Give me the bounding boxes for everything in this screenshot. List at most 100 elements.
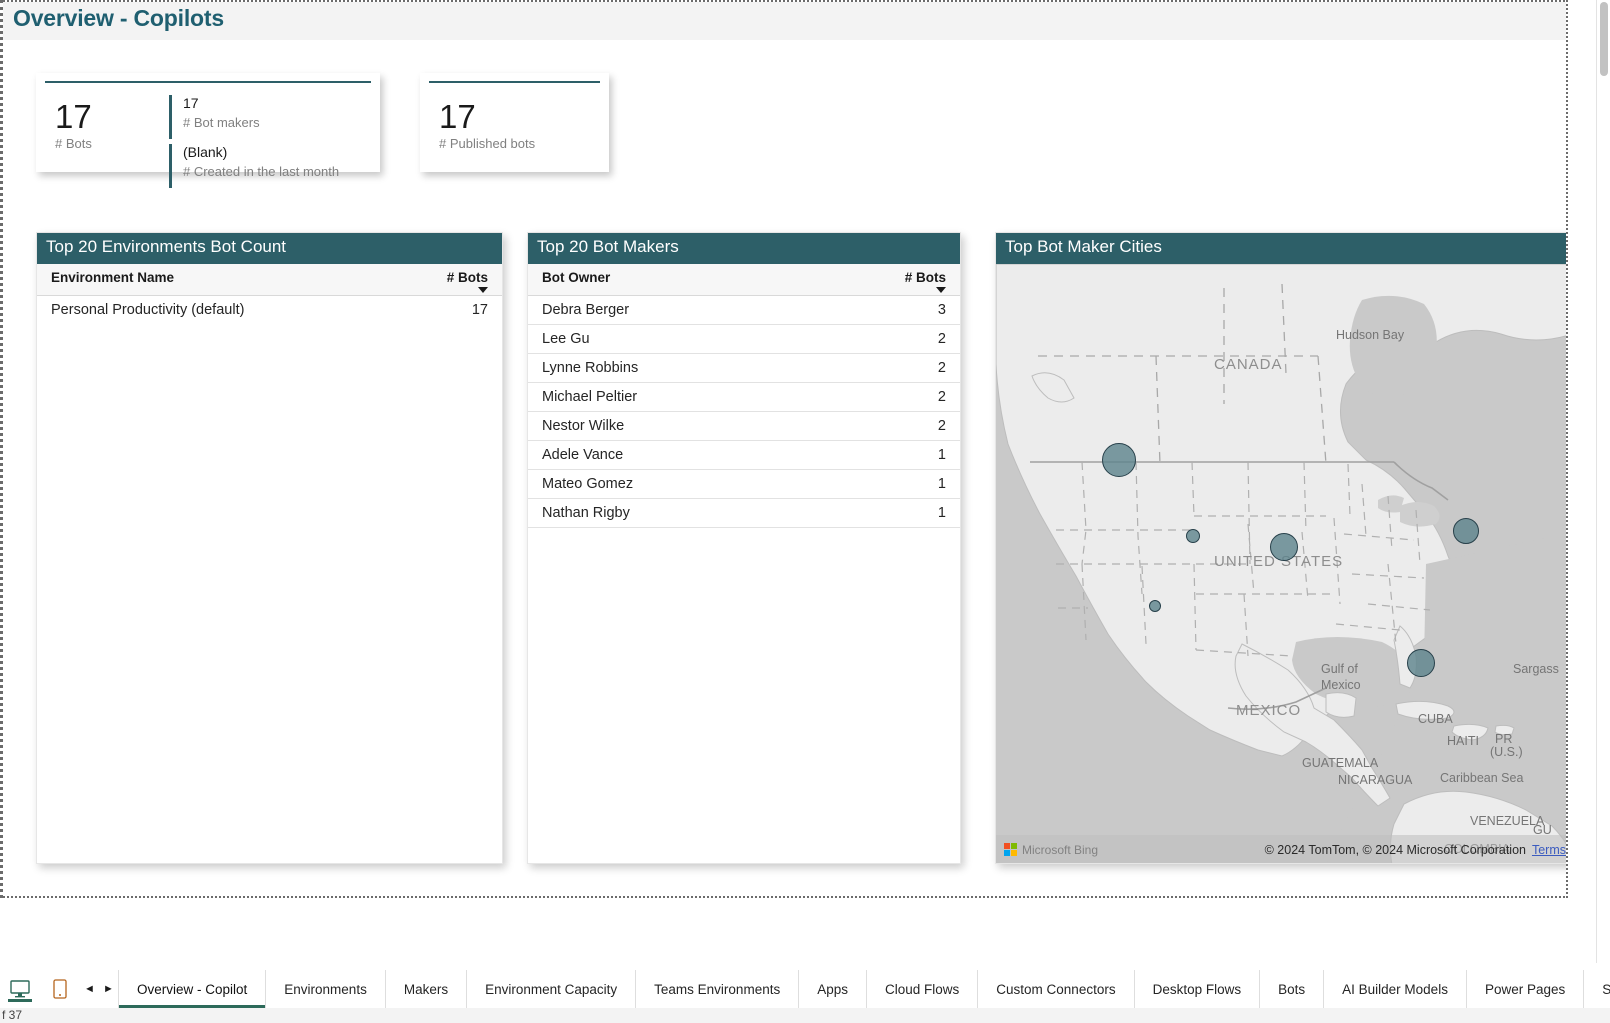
report-canvas: Overview - Copilots 17 # Bots 17 # Bot m… — [0, 0, 1568, 898]
column-header-bots[interactable]: # Bots — [390, 264, 502, 296]
map-terms-link[interactable]: Terms — [1532, 843, 1566, 857]
sort-descending-icon[interactable] — [478, 287, 488, 293]
horizontal-scrollbar[interactable] — [0, 963, 1610, 970]
cell-bot-owner: Nestor Wilke — [528, 411, 861, 441]
map-city-bubble[interactable] — [1102, 443, 1136, 477]
tab-solutions[interactable]: Solutions — [1583, 970, 1610, 1008]
cell-bot-count: 1 — [860, 440, 960, 470]
column-header-bot-owner[interactable]: Bot Owner — [528, 264, 861, 296]
tab-apps[interactable]: Apps — [798, 970, 866, 1008]
previous-page-button[interactable]: ◄ — [80, 970, 99, 1008]
map-canvas[interactable]: CANADA Hudson Bay UNITED STATES MEXICO Gulf … — [996, 264, 1566, 863]
kpi-bots-label: # Bots — [55, 136, 92, 151]
table-header-row: Bot Owner # Bots — [528, 264, 960, 296]
cell-bot-owner: Michael Peltier — [528, 382, 861, 412]
table-row[interactable]: Personal Productivity (default) 17 — [37, 296, 502, 325]
page-count-status: f 37 — [2, 1008, 23, 1022]
table-row[interactable]: Adele Vance 1 — [528, 440, 960, 470]
page-title: Overview - Copilots — [13, 5, 224, 31]
tab-bots[interactable]: Bots — [1259, 970, 1324, 1008]
column-header-environment-name[interactable]: Environment Name — [37, 264, 391, 296]
cell-bot-count: 2 — [860, 353, 960, 383]
tab-environments[interactable]: Environments — [265, 970, 385, 1008]
map-city-bubble[interactable] — [1407, 649, 1435, 677]
microsoft-bing-logo-icon — [1004, 843, 1017, 856]
kpi-created-last-month[interactable]: (Blank) # Created in the last month — [169, 142, 340, 188]
top-bot-maker-cities-panel[interactable]: Top Bot Maker Cities CANADA Hudson Bay U… — [995, 232, 1566, 864]
kpi-card-bots[interactable]: 17 # Bots 17 # Bot makers (Blank) # Crea… — [36, 73, 380, 188]
tab-teams-environments[interactable]: Teams Environments — [635, 970, 799, 1008]
environments-table[interactable]: Environment Name # Bots Personal Product… — [37, 264, 502, 324]
cell-bot-owner: Nathan Rigby — [528, 498, 861, 528]
kpi-bot-makers[interactable]: 17 # Bot makers — [169, 93, 260, 139]
kpi-accent-line — [429, 81, 600, 83]
cell-bot-count: 3 — [860, 295, 960, 325]
bot-makers-table-body: Debra Berger 3 Lee Gu 2 Lynne Robbins 2 Michae… — [528, 295, 960, 528]
kpi-published-bots-value: 17 — [439, 98, 476, 135]
kpi-bots-value: 17 — [55, 98, 92, 135]
vertical-scrollbar[interactable] — [1596, 0, 1610, 1023]
cell-bot-count: 2 — [860, 382, 960, 412]
table-row[interactable]: Mateo Gomez 1 — [528, 469, 960, 499]
desktop-view-glyph — [10, 980, 30, 998]
table-row[interactable]: Lee Gu 2 — [528, 324, 960, 354]
tab-desktop-flows[interactable]: Desktop Flows — [1133, 970, 1260, 1008]
bot-makers-table[interactable]: Bot Owner # Bots Debra Berger 3 Lee Gu 2 Lyn… — [528, 264, 960, 528]
map-basemap — [996, 264, 1566, 863]
table-row[interactable]: Nestor Wilke 2 — [528, 411, 960, 441]
page-tab-bar[interactable]: ◄ ► Overview - Copilot Environments Makers… — [0, 970, 1610, 1008]
kpi-accent-line — [45, 81, 371, 83]
map-city-bubble[interactable] — [1186, 529, 1200, 543]
sort-descending-icon[interactable] — [936, 287, 946, 293]
cell-bot-count: 1 — [860, 498, 960, 528]
map-city-bubble[interactable] — [1270, 533, 1298, 561]
tabs-container: Overview - Copilot Environments Makers Envi… — [118, 970, 1610, 1008]
map-city-bubble[interactable] — [1149, 600, 1161, 612]
kpi-bot-makers-value: 17 — [183, 95, 199, 111]
cell-bot-count: 2 — [860, 411, 960, 441]
cell-bot-owner: Debra Berger — [528, 295, 861, 325]
table-row[interactable]: Debra Berger 3 — [528, 295, 960, 325]
kpi-created-last-month-label: # Created in the last month — [183, 164, 340, 179]
tab-environment-capacity[interactable]: Environment Capacity — [466, 970, 636, 1008]
mobile-view-glyph — [53, 979, 67, 999]
status-bar: f 37 — [0, 1008, 1610, 1023]
environments-table-body: Personal Productivity (default) 17 — [37, 296, 502, 325]
kpi-published-bots-label: # Published bots — [439, 136, 536, 151]
kpi-created-last-month-value: (Blank) — [183, 144, 228, 160]
environments-bot-count-panel[interactable]: Top 20 Environments Bot Count Environmen… — [36, 232, 503, 864]
vertical-scrollbar-thumb[interactable] — [1600, 2, 1608, 76]
table-row[interactable]: Lynne Robbins 2 — [528, 353, 960, 383]
desktop-view-icon[interactable] — [0, 970, 40, 1008]
table-row[interactable]: Michael Peltier 2 — [528, 382, 960, 412]
table-header-row: Environment Name # Bots — [37, 264, 502, 296]
column-header-bots[interactable]: # Bots — [860, 264, 960, 296]
kpi-card-published-bots[interactable]: 17 # Published bots — [420, 73, 609, 172]
tab-overview-copilot[interactable]: Overview - Copilot — [118, 970, 266, 1008]
tab-makers[interactable]: Makers — [384, 970, 467, 1008]
map-panel-title: Top Bot Maker Cities — [996, 233, 1566, 264]
bot-makers-panel-title: Top 20 Bot Makers — [528, 233, 960, 264]
page-title-band: Overview - Copilots — [3, 2, 1566, 40]
tab-ai-builder-models[interactable]: AI Builder Models — [1323, 970, 1466, 1008]
cell-bot-owner: Lee Gu — [528, 324, 861, 354]
kpi-bot-makers-label: # Bot makers — [183, 115, 260, 130]
next-page-button[interactable]: ► — [99, 970, 118, 1008]
tab-cloud-flows[interactable]: Cloud Flows — [866, 970, 978, 1008]
table-row[interactable]: Nathan Rigby 1 — [528, 498, 960, 528]
cell-bot-count: 2 — [860, 324, 960, 354]
map-copyright: © 2024 TomTom, © 2024 Microsoft Corporat… — [1264, 843, 1526, 857]
cell-bot-owner: Mateo Gomez — [528, 469, 861, 499]
map-provider-label: Microsoft Bing — [1022, 843, 1099, 857]
cell-bot-owner: Lynne Robbins — [528, 353, 861, 383]
tab-power-pages[interactable]: Power Pages — [1465, 970, 1584, 1008]
cell-bot-owner: Adele Vance — [528, 440, 861, 470]
map-city-bubble[interactable] — [1453, 518, 1479, 544]
map-attribution-bar: Microsoft Bing © 2024 TomTom, © 2024 Mic… — [996, 835, 1566, 863]
mobile-view-icon[interactable] — [40, 970, 80, 1008]
bot-makers-panel[interactable]: Top 20 Bot Makers Bot Owner # Bots Debra… — [527, 232, 961, 864]
environments-panel-title: Top 20 Environments Bot Count — [37, 233, 502, 264]
tab-custom-connectors[interactable]: Custom Connectors — [977, 970, 1134, 1008]
cell-bot-count: 1 — [860, 469, 960, 499]
cell-bot-count: 17 — [471, 302, 488, 318]
